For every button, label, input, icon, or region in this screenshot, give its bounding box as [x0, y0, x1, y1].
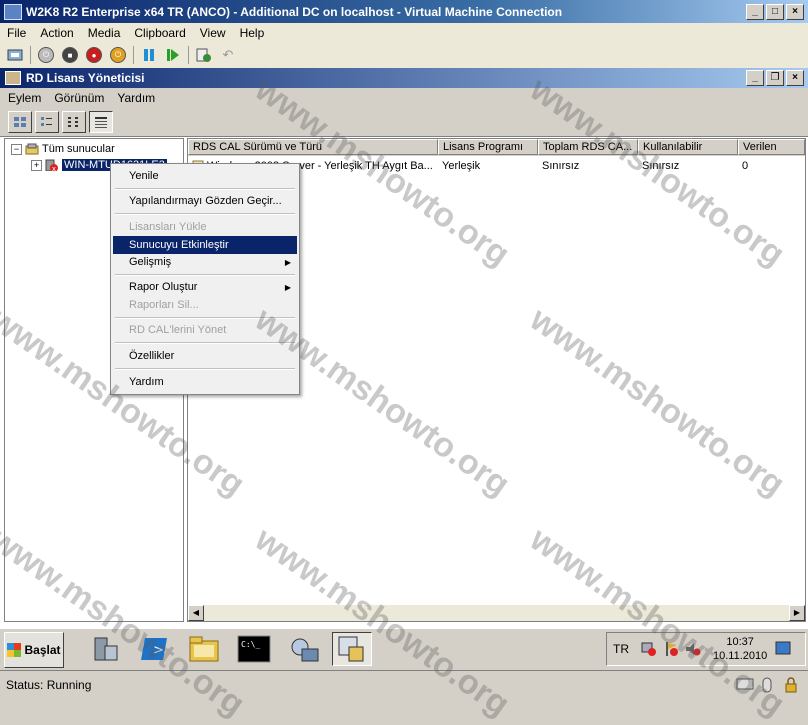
- horizontal-scrollbar[interactable]: ◀ ▶: [188, 605, 805, 621]
- pause-icon[interactable]: [140, 46, 158, 64]
- vm-menubar: File Action Media Clipboard View Help: [0, 23, 808, 42]
- save-state-icon[interactable]: ⏻: [109, 46, 127, 64]
- menu-clipboard[interactable]: Clipboard: [127, 26, 192, 40]
- revert-icon[interactable]: ↶: [219, 46, 237, 64]
- menu-view[interactable]: View: [193, 26, 233, 40]
- rd-license-manager-icon: [5, 71, 21, 85]
- menu-action[interactable]: Action: [33, 26, 80, 40]
- explorer-folder-icon[interactable]: [184, 632, 224, 666]
- column-header-issued[interactable]: Verilen: [738, 139, 805, 155]
- menu-item-install-licenses: Lisansları Yükle: [129, 221, 207, 233]
- powershell-icon[interactable]: >: [134, 632, 174, 666]
- cell-total: Sınırsız: [542, 160, 580, 172]
- context-menu: Yenile Yapılandırmayı Gözden Geçir... Li…: [110, 163, 300, 395]
- small-icons-view-icon[interactable]: [35, 111, 59, 133]
- svg-text:C:\_: C:\_: [241, 640, 260, 649]
- system-tray: TR 10:37 10.11.2010: [606, 632, 806, 666]
- clock-date: 10.11.2010: [713, 650, 768, 662]
- menu-help[interactable]: Help: [233, 26, 272, 40]
- mouse-icon: [762, 677, 772, 693]
- network-tool-icon[interactable]: [284, 632, 324, 666]
- svg-text:>: >: [153, 643, 164, 658]
- collapse-icon[interactable]: −: [11, 143, 22, 155]
- cell-available: Sınırsız: [642, 160, 680, 172]
- action-center-icon[interactable]: [663, 641, 679, 657]
- menu-gorunum[interactable]: Görünüm: [46, 91, 109, 105]
- language-indicator[interactable]: TR: [607, 642, 635, 656]
- menu-item-create-report-label: Rapor Oluştur: [129, 281, 198, 293]
- volume-muted-icon[interactable]: [685, 641, 701, 657]
- menu-file[interactable]: File: [0, 26, 33, 40]
- clock-time: 10:37: [726, 636, 754, 648]
- tree-node-all-servers[interactable]: − Tüm sunucular: [11, 141, 115, 157]
- rd-menubar: Eylem Görünüm Yardım: [0, 88, 808, 108]
- server-error-icon: x: [45, 159, 58, 171]
- lock-icon: [785, 677, 797, 693]
- network-error-icon[interactable]: [641, 641, 657, 657]
- start-button[interactable]: Başlat: [4, 632, 64, 668]
- taskbar: Başlat > C:\_ TR 10:37 10.11.2010: [0, 628, 808, 669]
- submenu-arrow-icon: ▶: [284, 257, 291, 267]
- column-header-available[interactable]: Kullanılabilir: [638, 139, 738, 155]
- close-button[interactable]: ×: [786, 3, 804, 20]
- menu-item-manage-cals: RD CAL'lerini Yönet: [129, 324, 227, 336]
- menu-item-review-config[interactable]: Yapılandırmayı Gözden Geçir...: [113, 192, 297, 210]
- menu-item-advanced-label: Gelişmiş: [129, 256, 172, 268]
- turn-off-icon[interactable]: ■: [61, 46, 79, 64]
- windows-logo-icon: [7, 643, 22, 657]
- rd-licensing-task-icon[interactable]: [332, 632, 372, 666]
- cell-program: Yerleşik: [442, 160, 481, 172]
- menu-media[interactable]: Media: [81, 26, 128, 40]
- menu-item-delete-reports: Raporları Sil...: [129, 299, 199, 311]
- rd-titlebar[interactable]: RD Lisans Yöneticisi _ ❐ ×: [0, 68, 808, 88]
- list-header: RDS CAL Sürümü ve Türü Lisans Programı T…: [188, 139, 805, 156]
- column-header-version[interactable]: RDS CAL Sürümü ve Türü: [188, 139, 438, 155]
- menu-item-refresh[interactable]: Yenile: [113, 167, 297, 185]
- keyboard-icon: [736, 678, 754, 690]
- scroll-left-icon[interactable]: ◀: [188, 605, 204, 621]
- cell-issued: 0: [742, 160, 749, 172]
- rd-close-button[interactable]: ×: [786, 70, 804, 86]
- server-manager-icon[interactable]: [86, 632, 126, 666]
- column-header-total[interactable]: Toplam RDS CA...: [538, 139, 638, 155]
- rd-window-title: RD Lisans Yöneticisi: [26, 71, 145, 85]
- menu-yardim[interactable]: Yardım: [109, 91, 160, 105]
- rd-toolbar: [0, 108, 808, 137]
- start-vm-icon[interactable]: ⏻: [37, 46, 55, 64]
- tree-label-all-servers: Tüm sunucular: [42, 143, 115, 155]
- minimize-button[interactable]: _: [746, 3, 764, 20]
- vm-toolbar: ⏻ ■ ● ⏻ ↶: [0, 42, 808, 69]
- vm-titlebar[interactable]: W2K8 R2 Enterprise x64 TR (ANCO) - Addit…: [0, 0, 808, 23]
- menu-item-activate-server[interactable]: Sunucuyu Etkinleştir: [113, 236, 297, 254]
- command-prompt-icon[interactable]: C:\_: [234, 632, 274, 666]
- list-view-icon[interactable]: [62, 111, 86, 133]
- column-header-program[interactable]: Lisans Programı: [438, 139, 538, 155]
- vm-window-title: W2K8 R2 Enterprise x64 TR (ANCO) - Addit…: [26, 4, 563, 19]
- menu-eylem[interactable]: Eylem: [0, 91, 46, 105]
- scroll-right-icon[interactable]: ▶: [789, 605, 805, 621]
- expand-icon[interactable]: +: [31, 159, 42, 171]
- menu-item-advanced[interactable]: Gelişmiş ▶: [113, 253, 297, 271]
- details-view-icon[interactable]: [89, 111, 113, 133]
- status-text: Status: Running: [6, 678, 92, 692]
- servers-folder-icon: [25, 143, 39, 155]
- rd-minimize-button[interactable]: _: [746, 70, 764, 86]
- shutdown-icon[interactable]: ●: [85, 46, 103, 64]
- start-label: Başlat: [24, 643, 61, 657]
- large-icons-view-icon[interactable]: [8, 111, 32, 133]
- reset-icon[interactable]: [164, 46, 182, 64]
- svg-text:x: x: [52, 165, 56, 171]
- maximize-button[interactable]: □: [766, 3, 784, 20]
- submenu-arrow-icon: ▶: [284, 282, 291, 292]
- rd-restore-button[interactable]: ❐: [766, 70, 784, 86]
- menu-item-help[interactable]: Yardım: [113, 373, 297, 391]
- vm-connection-icon: [4, 3, 22, 20]
- show-desktop-icon[interactable]: [775, 641, 791, 657]
- menu-item-properties[interactable]: Özellikler: [113, 347, 297, 365]
- ctrl-alt-del-icon[interactable]: [6, 46, 24, 64]
- status-bar: Status: Running: [0, 670, 808, 699]
- snapshot-icon[interactable]: [195, 46, 213, 64]
- clock[interactable]: 10:37 10.11.2010: [713, 635, 767, 663]
- menu-item-create-report[interactable]: Rapor Oluştur ▶: [113, 278, 297, 296]
